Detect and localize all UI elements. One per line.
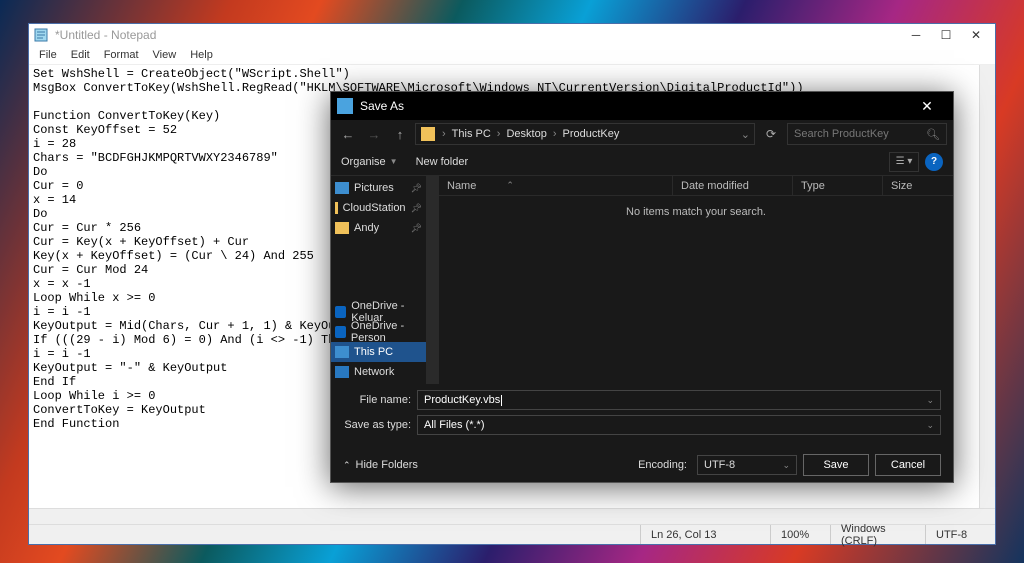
list-empty-message: No items match your search.	[439, 196, 953, 384]
encoding-select[interactable]: UTF-8⌄	[697, 455, 797, 475]
menu-edit[interactable]: Edit	[64, 49, 97, 61]
col-size[interactable]: Size	[883, 176, 953, 195]
network-icon	[335, 366, 349, 378]
search-input[interactable]: Search ProductKey 🔍︎	[787, 123, 947, 145]
status-position: Ln 26, Col 13	[640, 525, 770, 544]
view-mode-button[interactable]: ☰ ▾	[889, 152, 919, 172]
chevron-down-icon[interactable]: ⌄	[926, 395, 934, 406]
nav-back-button[interactable]: ←	[337, 123, 359, 145]
pin-icon: 📌︎	[411, 223, 422, 234]
maximize-button[interactable]: ☐	[931, 24, 961, 46]
search-icon: 🔍︎	[926, 128, 940, 141]
dialog-navbar: ← → ↑ › This PC› Desktop› ProductKey ⌄ ⟳…	[331, 120, 953, 148]
pin-icon: 📌︎	[411, 183, 422, 194]
save-button[interactable]: Save	[803, 454, 869, 476]
folder-icon	[421, 127, 435, 141]
status-eol: Windows (CRLF)	[830, 525, 925, 544]
hide-folders-button[interactable]: ⌃Hide Folders	[343, 459, 418, 471]
status-zoom: 100%	[770, 525, 830, 544]
filename-input[interactable]: ProductKey.vbs⌄	[417, 390, 941, 410]
col-name[interactable]: Name⌃	[439, 176, 673, 195]
saveastype-label: Save as type:	[343, 419, 417, 431]
dialog-toolbar: Organise▼ New folder ☰ ▾ ?	[331, 148, 953, 176]
col-type[interactable]: Type	[793, 176, 883, 195]
crumb-desktop[interactable]: Desktop	[502, 128, 550, 140]
saveastype-select[interactable]: All Files (*.*)⌄	[417, 415, 941, 435]
folder-icon	[335, 222, 349, 234]
search-placeholder: Search ProductKey	[794, 128, 889, 140]
notepad-titlebar[interactable]: *Untitled - Notepad ─ ☐ ✕	[29, 24, 995, 46]
nav-forward-button[interactable]: →	[363, 123, 385, 145]
notepad-icon	[33, 27, 49, 43]
cloud-icon	[335, 306, 346, 318]
tree-scrollbar[interactable]	[427, 176, 438, 384]
tree-item-onedrive1[interactable]: OneDrive - Keluar	[331, 302, 426, 322]
tree-item-network[interactable]: Network	[331, 362, 426, 382]
menu-format[interactable]: Format	[97, 49, 146, 61]
encoding-label: Encoding:	[638, 459, 687, 471]
list-header: Name⌃ Date modified Type Size	[439, 176, 953, 196]
crumb-dropdown-icon[interactable]: ⌄	[739, 128, 752, 141]
save-icon	[337, 98, 353, 114]
close-button[interactable]: ✕	[961, 24, 991, 46]
tree-item-thispc[interactable]: This PC	[331, 342, 426, 362]
menu-file[interactable]: File	[32, 49, 64, 61]
folder-icon	[335, 202, 338, 214]
menu-view[interactable]: View	[146, 49, 184, 61]
filename-label: File name:	[343, 394, 417, 406]
notepad-menubar: File Edit Format View Help	[29, 46, 995, 65]
crumb-productkey[interactable]: ProductKey	[559, 128, 624, 140]
crumb-thispc[interactable]: This PC	[448, 128, 495, 140]
sort-indicator-icon: ⌃	[506, 180, 514, 191]
breadcrumb[interactable]: › This PC› Desktop› ProductKey ⌄	[415, 123, 755, 145]
refresh-button[interactable]: ⟳	[759, 123, 783, 145]
new-folder-button[interactable]: New folder	[416, 156, 469, 168]
help-button[interactable]: ?	[925, 153, 943, 171]
dialog-titlebar[interactable]: Save As ✕	[331, 92, 953, 120]
cloud-icon	[335, 326, 346, 338]
save-as-dialog: Save As ✕ ← → ↑ › This PC› Desktop› Prod…	[330, 91, 954, 483]
status-encoding: UTF-8	[925, 525, 995, 544]
organise-button[interactable]: Organise▼	[341, 156, 398, 168]
pin-icon: 📌︎	[411, 203, 422, 214]
tree-item-cloudstation[interactable]: CloudStation📌︎	[331, 198, 426, 218]
file-list: Name⌃ Date modified Type Size No items m…	[439, 176, 953, 384]
notepad-title: *Untitled - Notepad	[55, 28, 156, 42]
notepad-statusbar: Ln 26, Col 13 100% Windows (CRLF) UTF-8	[29, 524, 995, 544]
dialog-title: Save As	[360, 99, 907, 113]
chevron-down-icon[interactable]: ⌄	[926, 420, 934, 431]
cancel-button[interactable]: Cancel	[875, 454, 941, 476]
col-date[interactable]: Date modified	[673, 176, 793, 195]
minimize-button[interactable]: ─	[901, 24, 931, 46]
tree-item-onedrive2[interactable]: OneDrive - Person	[331, 322, 426, 342]
navigation-tree: Pictures📌︎ CloudStation📌︎ Andy📌︎ OneDriv…	[331, 176, 427, 384]
pictures-icon	[335, 182, 349, 194]
tree-item-andy[interactable]: Andy📌︎	[331, 218, 426, 238]
chevron-down-icon[interactable]: ⌄	[782, 460, 790, 471]
menu-help[interactable]: Help	[183, 49, 220, 61]
chevron-up-icon: ⌃	[343, 460, 351, 471]
tree-item-pictures[interactable]: Pictures📌︎	[331, 178, 426, 198]
dialog-fields: File name: ProductKey.vbs⌄ Save as type:…	[331, 384, 953, 448]
pc-icon	[335, 346, 349, 358]
dialog-footer: ⌃Hide Folders Encoding: UTF-8⌄ Save Canc…	[331, 448, 953, 482]
vertical-scrollbar[interactable]	[979, 65, 995, 508]
dialog-close-button[interactable]: ✕	[907, 92, 947, 120]
nav-up-button[interactable]: ↑	[389, 123, 411, 145]
